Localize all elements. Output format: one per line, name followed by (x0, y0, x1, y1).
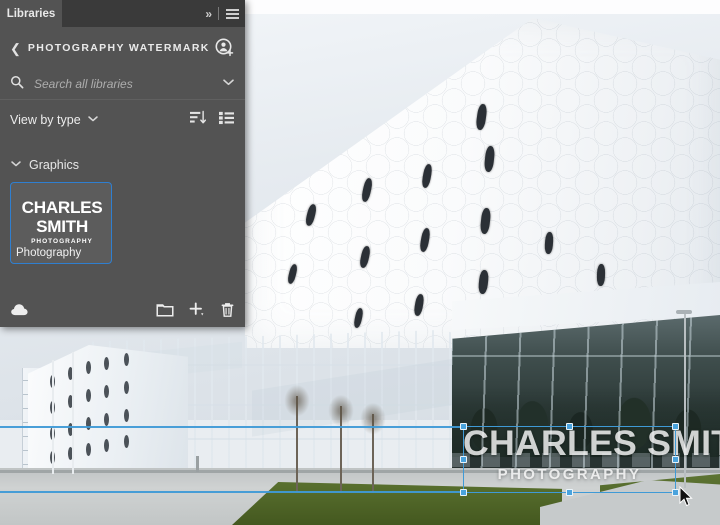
section-label-graphics: Graphics (29, 158, 80, 172)
street-lamp-head (676, 310, 692, 314)
transform-guide-top (0, 426, 463, 428)
transform-handle-bottom-center[interactable] (565, 489, 573, 496)
view-options-row: View by type (0, 105, 245, 135)
chevron-left-icon[interactable]: ❮ (10, 42, 21, 55)
transform-handle-top-right[interactable] (672, 423, 679, 430)
libraries-panel[interactable]: Libraries » ❮ PHOTOGRAPHY WATERMARK Sear… (0, 0, 245, 327)
panel-bottom-bar (0, 297, 245, 327)
asset-art-main-text: CHARLES SMITH (21, 199, 103, 236)
new-library-folder-icon[interactable] (156, 302, 174, 322)
search-icon (10, 75, 24, 94)
tab-divider (218, 7, 219, 20)
bollard (196, 456, 199, 472)
tab-libraries[interactable]: Libraries (0, 0, 62, 27)
flag-pole-1 (72, 352, 74, 474)
tab-libraries-label: Libraries (6, 7, 56, 20)
flag-pole-2 (52, 360, 54, 474)
panel-tab-bar: Libraries » (0, 0, 245, 27)
library-header: ❮ PHOTOGRAPHY WATERMARK (0, 27, 245, 69)
invite-collaborator-icon[interactable] (215, 38, 235, 58)
transform-handle-middle-left[interactable] (460, 455, 467, 463)
library-asset-photography[interactable]: CHARLES SMITH PHOTOGRAPHY Photography (10, 182, 112, 264)
search-row[interactable] (0, 69, 245, 100)
asset-art-sub-text: PHOTOGRAPHY (31, 238, 93, 245)
asset-name-label: Photography (16, 247, 82, 259)
transform-handle-bottom-right[interactable] (672, 489, 679, 496)
transform-handle-top-left[interactable] (460, 423, 467, 430)
add-content-icon[interactable] (188, 301, 206, 323)
asset-thumbnail-art: CHARLES SMITH PHOTOGRAPHY (11, 199, 111, 245)
arrow-cursor-icon (679, 486, 693, 507)
transform-handle-top-center[interactable] (565, 423, 573, 430)
chevron-down-icon[interactable] (87, 115, 99, 126)
panel-bottom-actions (156, 301, 235, 323)
view-by-type-label[interactable]: View by type (10, 113, 81, 127)
application-window: CHARLES SMITH PHOTOGRAPHY Libraries (0, 0, 720, 525)
chevron-down-icon[interactable] (10, 160, 22, 171)
cloud-sync-icon[interactable] (10, 303, 31, 321)
chevron-down-icon[interactable] (222, 78, 235, 90)
transform-handle-middle-right[interactable] (672, 455, 679, 463)
sort-icon[interactable] (189, 110, 207, 130)
transform-guide-bottom (0, 491, 463, 493)
double-chevron-right-icon[interactable]: » (205, 7, 212, 21)
sapling-crown-1 (282, 382, 312, 416)
panel-tab-controls: » (205, 0, 239, 27)
transform-bounding-box[interactable] (460, 423, 679, 496)
transform-handle-bottom-left[interactable] (460, 489, 467, 496)
panel-menu-icon[interactable] (226, 8, 239, 19)
sapling-crown-3 (358, 400, 388, 434)
search-input[interactable] (34, 77, 222, 91)
list-view-icon[interactable] (218, 110, 235, 130)
section-header-graphics[interactable]: Graphics (0, 154, 245, 176)
delete-trash-icon[interactable] (220, 302, 235, 323)
sapling-crown-2 (326, 392, 356, 426)
view-icon-group (189, 110, 235, 130)
library-title: PHOTOGRAPHY WATERMARK (27, 42, 210, 54)
